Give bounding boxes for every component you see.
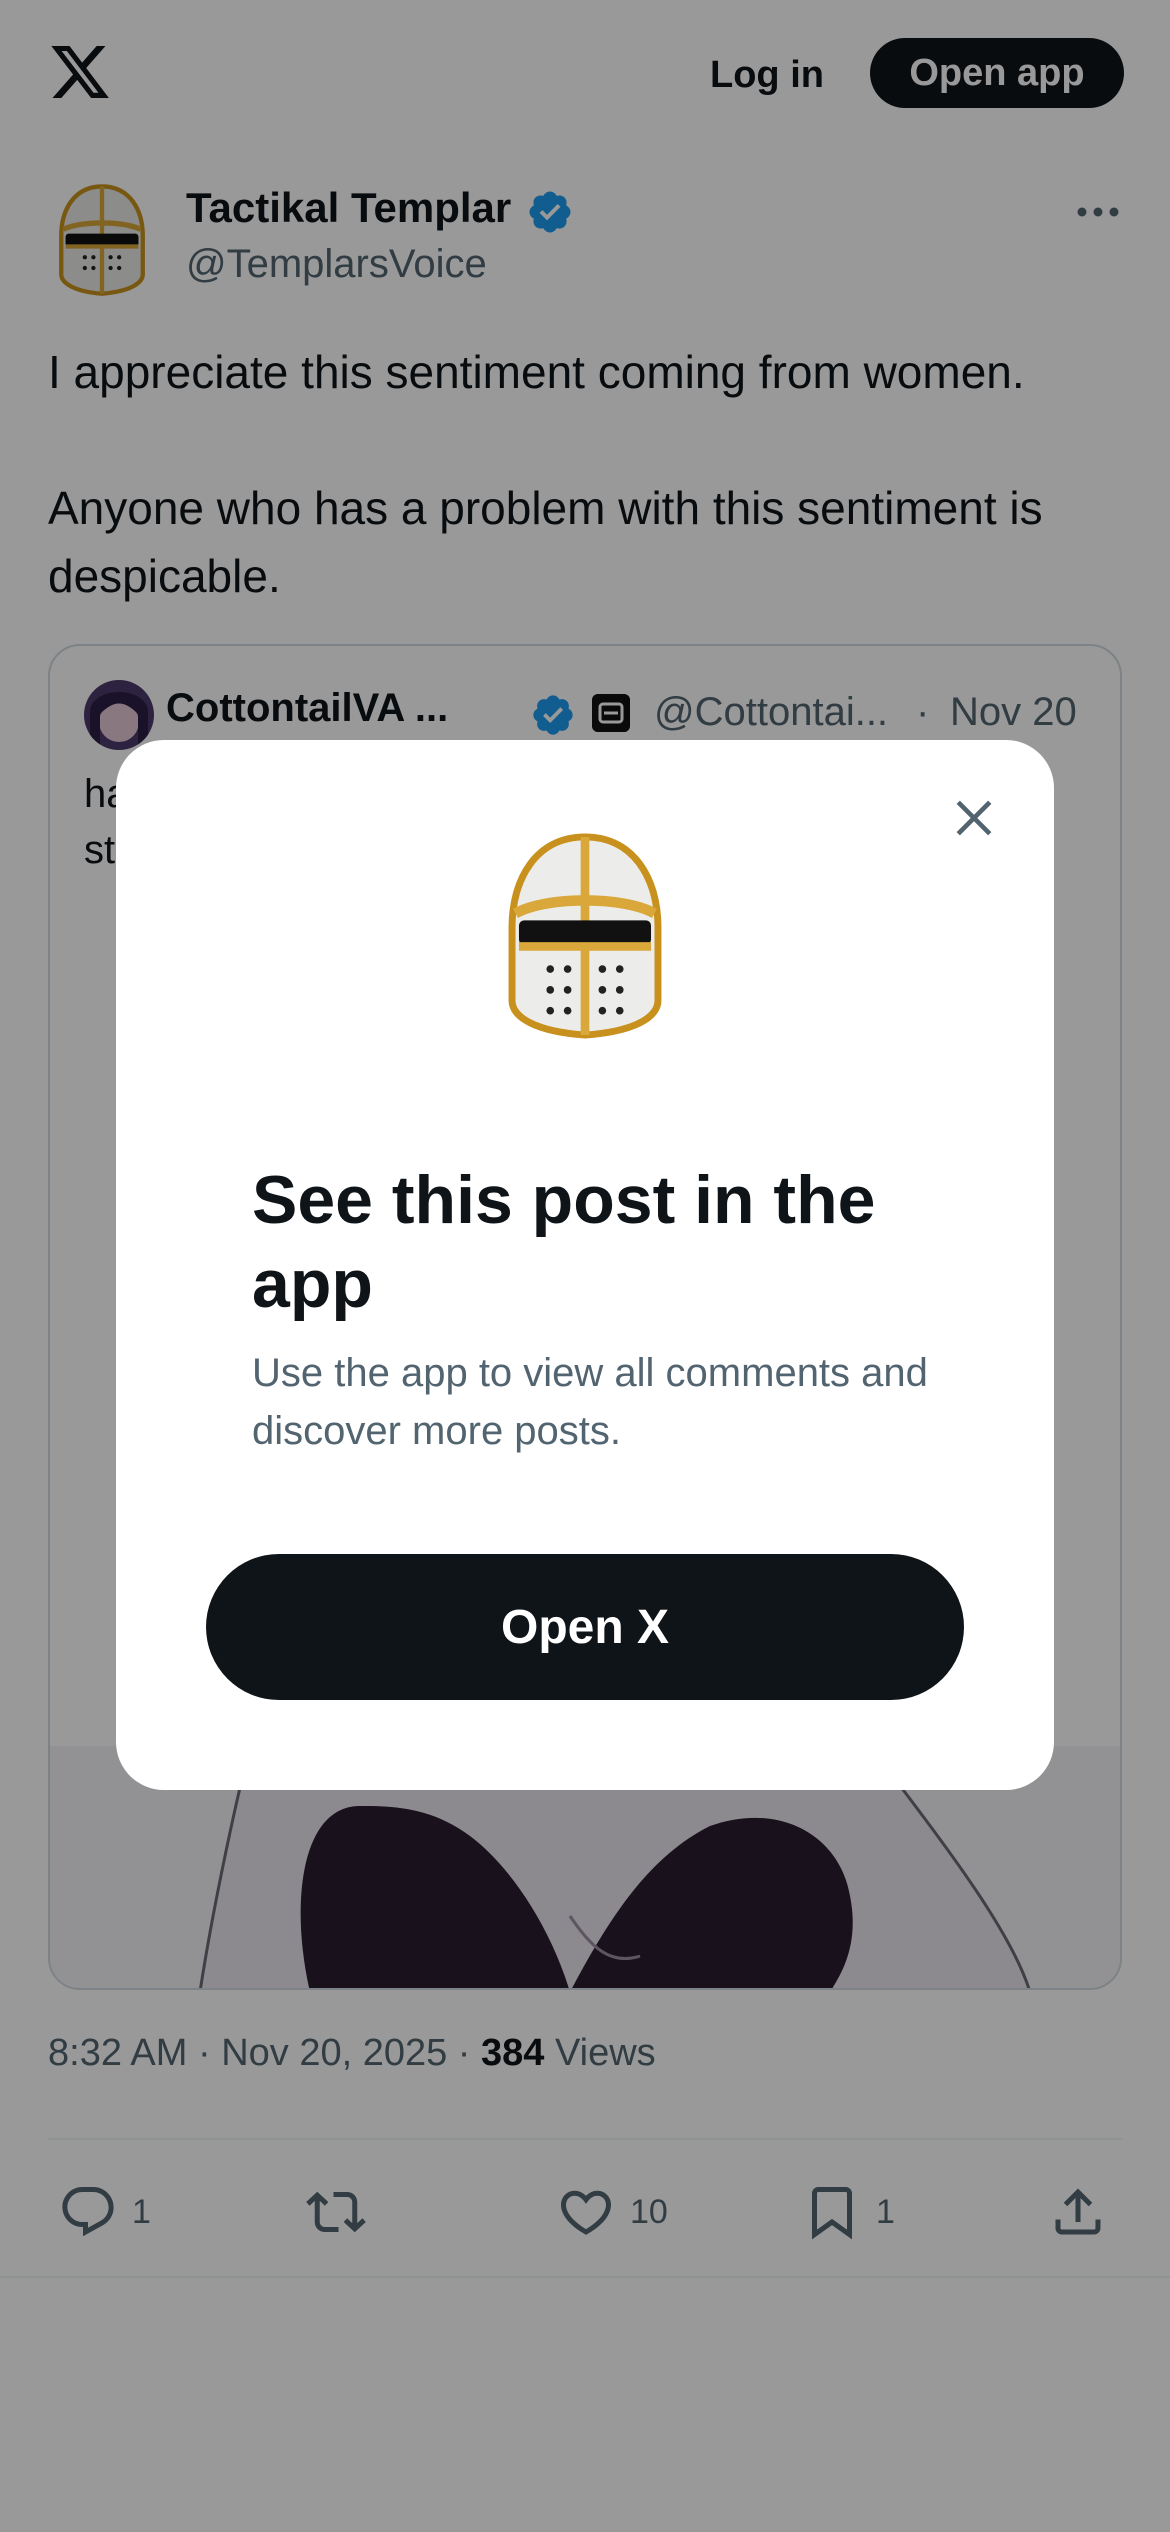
- modal-title: See this post in the app: [252, 1162, 876, 1322]
- open-in-app-modal: See this post in the app Use the app to …: [116, 740, 1054, 1790]
- modal-subtitle: Use the app to view all comments and dis…: [252, 1351, 928, 1453]
- open-x-button[interactable]: Open X: [206, 1554, 964, 1700]
- tweet-page: Log in Open app Tactikal Templar @Templa…: [0, 0, 1170, 2532]
- close-icon[interactable]: [946, 790, 1002, 846]
- knight-helmet-icon: [508, 833, 662, 1039]
